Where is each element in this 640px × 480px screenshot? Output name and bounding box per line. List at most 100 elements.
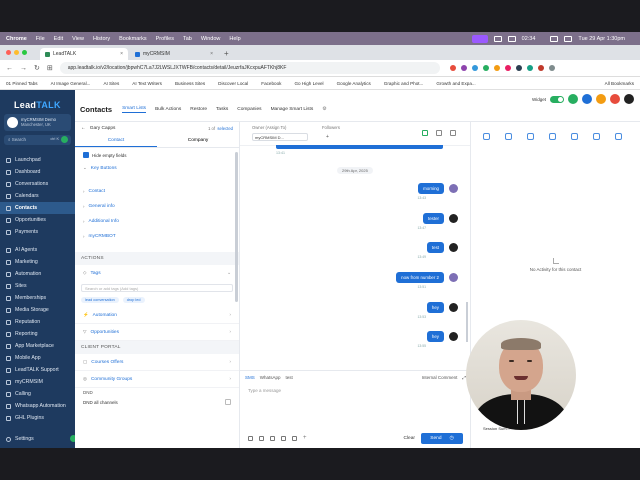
menu-profiles[interactable]: Profiles [156,36,174,42]
sidebar-item-ai-agents[interactable]: AI Agents [0,244,75,256]
extension-icon[interactable] [504,65,511,71]
tab-smart-lists[interactable]: Smart Lists [122,106,147,113]
mail-icon[interactable] [507,35,516,42]
tab-bulk-actions[interactable]: Bulk Actions [155,107,181,112]
sidebar-item-ghl-plugins[interactable]: GHL Plugins [0,412,75,424]
help-icon[interactable] [582,94,592,104]
sidebar-item-calendars[interactable]: Calendars [0,190,75,202]
sidebar-item-sites[interactable]: Sites [0,280,75,292]
sidebar-item-opportunities[interactable]: Opportunities [0,214,75,226]
extension-icon[interactable] [460,65,467,71]
payment-icon[interactable] [593,133,600,140]
close-tab-icon[interactable]: × [210,51,213,57]
image-icon[interactable] [248,435,253,441]
tab-company[interactable]: Company [157,135,239,146]
menu-history[interactable]: History [93,36,110,42]
sidebar-item-media-storage[interactable]: Media Storage [0,304,75,316]
bookmark-item[interactable]: 01 Pinned Tabs [6,81,38,86]
section-additional-info[interactable]: › Additional Info [75,214,239,229]
document-icon[interactable] [571,133,578,140]
sidebar-item-leadtalk-support[interactable]: LeadTALK Support [0,364,75,376]
close-window-icon[interactable] [6,50,11,55]
account-switcher[interactable]: myCRMSIM Demo Manchester, UK [4,114,71,131]
menu-help[interactable]: Help [229,36,240,42]
profile-avatar-icon[interactable] [548,65,555,71]
minimize-window-icon[interactable] [14,50,19,55]
menu-tab[interactable]: Tab [183,36,192,42]
browser-tab-mycrmsim[interactable]: myCRMSIM × [130,48,218,60]
key-buttons-section[interactable]: ⌄ Key Buttons [75,160,239,176]
message-bubble[interactable]: hey [426,331,444,342]
conversation-scrollbar[interactable] [466,302,468,342]
mail-icon[interactable] [436,130,442,136]
dnd-checkbox[interactable] [225,399,231,405]
sidebar-item-calling[interactable]: Calling [0,388,75,400]
panel-scrollbar[interactable] [235,152,238,302]
recording-icon[interactable] [471,34,488,43]
tab-whatsapp[interactable]: WhatsApp [260,375,281,380]
tags-input[interactable]: Search or add tags (Add tags) [81,284,233,292]
tab-restore[interactable]: Restore [190,107,207,112]
bookmark-item[interactable]: AI Sites [103,81,119,86]
automation-row[interactable]: ⚡ Automation › [75,307,239,324]
bookmark-item[interactable]: Graphic and Phot... [384,81,424,86]
back-icon[interactable]: ← [6,65,13,72]
leadtalk-logo[interactable]: LeadTALK [14,100,61,110]
menubar-app-name[interactable]: Chrome [6,36,27,42]
sidebar-item-reputation[interactable]: Reputation [0,316,75,328]
notification-icon[interactable] [596,94,606,104]
owner-select[interactable]: myCRMSIM D... [252,133,308,141]
tags-section[interactable]: ◇ Tags ⌄ [75,265,239,281]
menu-view[interactable]: View [72,36,84,42]
section-general-info[interactable]: › General info [75,199,239,214]
extensions-icon[interactable]: ⊞ [47,64,53,72]
tab-tasks[interactable]: Tasks [216,107,228,112]
menu-edit[interactable]: Edit [54,36,63,42]
bookmark-item[interactable]: Google Analytics [337,81,371,86]
schedule-clock-icon[interactable]: ◷ [450,436,454,441]
sidebar-item-settings[interactable]: Settings [6,436,34,442]
send-button[interactable]: Send ◷ [421,432,463,444]
reload-icon[interactable]: ↻ [34,64,40,72]
sidebar-item-memberships[interactable]: Memberships [0,292,75,304]
note-icon[interactable] [527,133,534,140]
phone-call-icon[interactable] [568,94,578,104]
bookmark-item[interactable]: AI Image General... [51,81,91,86]
emoji-icon[interactable] [281,435,286,441]
maximize-window-icon[interactable] [22,50,27,55]
tab-contact[interactable]: Contact [75,135,157,147]
tag-chip[interactable]: drop led [122,297,145,303]
extension-icon[interactable] [493,65,500,71]
opportunities-row[interactable]: ▽ Opportunities › [75,324,239,341]
bookmark-item[interactable]: Discover Local [218,81,248,86]
tab-manage-smart-lists[interactable]: Manage Smart Lists [271,107,314,112]
sidebar-item-launchpad[interactable]: Launchpad [0,154,75,166]
message-bubble[interactable]: test [426,242,444,253]
menubar-datetime[interactable]: Tue 29 Apr 1:30pm [578,36,625,42]
dnd-all-channels-row[interactable]: DND all channels [75,397,239,407]
back-arrow-icon[interactable]: ← [81,126,86,131]
sidebar-item-reporting[interactable]: Reporting [0,328,75,340]
sidebar-item-mycrmsim[interactable]: myCRMSIM [0,376,75,388]
all-bookmarks[interactable]: All Bookmarks [605,81,634,86]
screen-icon[interactable] [493,35,502,42]
sidebar-item-contacts[interactable]: Contacts [0,202,75,214]
tab-test[interactable]: test [286,375,293,380]
wifi-icon[interactable] [550,35,559,42]
filter-icon[interactable] [450,130,456,136]
sidebar-search[interactable]: ⌕ Search ctrl K [4,135,71,145]
template-icon[interactable] [270,435,275,441]
close-tab-icon[interactable]: × [120,51,123,57]
bookmark-item[interactable]: Go High Level [294,81,323,86]
sidebar-item-app-marketplace[interactable]: App Marketplace [0,340,75,352]
clear-button[interactable]: Clear [404,436,415,441]
internal-comment-toggle[interactable]: Internal Comment [422,375,458,380]
filter-icon[interactable] [615,133,622,140]
tag-chip[interactable]: lead conversation [81,297,119,303]
extension-icon[interactable] [482,65,489,71]
bookmark-item[interactable]: AI Text Writers [132,81,162,86]
courses-offers-row[interactable]: ▢ Courses Offers › [75,354,239,371]
section-mycrmbot[interactable]: › myCRMBOT [75,229,239,244]
forward-icon[interactable]: → [20,65,27,72]
message-input[interactable]: Type a message [240,380,470,401]
